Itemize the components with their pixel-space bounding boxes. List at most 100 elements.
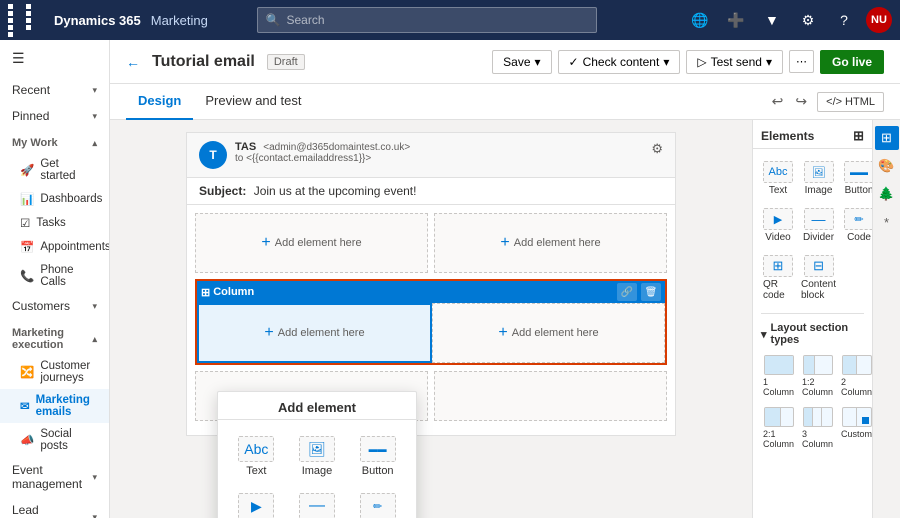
redo-button[interactable]: ↪ [793, 91, 809, 112]
add-element-divider[interactable]: — Divider [289, 487, 346, 518]
element-text[interactable]: Abc Text [761, 157, 795, 200]
section-col-below-right[interactable] [434, 371, 667, 421]
test-send-button[interactable]: ▷ Test send ▾ [686, 50, 783, 74]
sidebar-item-tasks[interactable]: ☑ Tasks [0, 211, 109, 235]
element-divider-label: Divider [803, 232, 834, 243]
layout-1col-fill [765, 356, 793, 374]
help-icon[interactable]: ? [830, 6, 858, 34]
sidebar-eventmanagement-header[interactable]: Event management ▾ [0, 457, 109, 497]
save-label: Save [503, 55, 530, 69]
undo-button[interactable]: ↩ [770, 91, 786, 112]
phonecalls-label: Phone Calls [40, 264, 97, 288]
sidebar-item-dashboards[interactable]: 📊 Dashboards [0, 187, 109, 211]
section-col-top-right[interactable]: + Add element here [434, 213, 667, 273]
email-subject: Subject: Join us at the upcoming event! [187, 178, 675, 205]
check-content-button[interactable]: ✓ Check content ▾ [558, 50, 681, 74]
column-delete-button[interactable]: 🗑 [641, 283, 661, 301]
layout-12col-preview [803, 355, 833, 375]
element-video[interactable]: ▶ Video [761, 204, 795, 247]
layout-3col[interactable]: 3 Column [800, 404, 835, 452]
sidebar-marketingexec-header[interactable]: Marketing execution ▴ [0, 319, 109, 355]
add-element-video[interactable]: ▶ Video [228, 487, 285, 518]
layout-1col[interactable]: 1 Column [761, 352, 796, 400]
layout-21col-preview [764, 407, 794, 427]
element-button-label: Button [845, 185, 872, 196]
save-button[interactable]: Save ▾ [492, 50, 551, 74]
element-qrcode[interactable]: ⊞ QR code [761, 251, 795, 305]
phonecalls-icon: 📞 [20, 269, 34, 283]
tab-preview[interactable]: Preview and test [193, 84, 313, 120]
add-icon[interactable]: ➕ [722, 6, 750, 34]
more-options-button[interactable]: ⋯ [789, 50, 814, 73]
sidebar-item-phonecalls[interactable]: 📞 Phone Calls [0, 259, 109, 293]
top-nav: Dynamics 365 Marketing 🔍 Search 🌐 ➕ ▼ ⚙ … [0, 0, 900, 40]
sidebar-item-customerjourneys[interactable]: 🔀 Customer journeys [0, 355, 109, 389]
settings-icon[interactable]: ⚙ [794, 6, 822, 34]
marketingemails-label: Marketing emails [36, 394, 97, 418]
sidebar-leadmanagement-header[interactable]: Lead management ▾ [0, 497, 109, 518]
email-gear-icon[interactable]: ⚙ [651, 141, 663, 157]
add-element-image[interactable]: 🖼 Image [289, 430, 346, 483]
layout-3col-preview [803, 407, 833, 427]
layout-21col[interactable]: 2:1 Column [761, 404, 796, 452]
layout-grid: 1 Column 1:2 Column [761, 352, 864, 452]
element-code[interactable]: ✏ Code [842, 204, 872, 247]
layout-custom[interactable]: Custom [839, 404, 872, 452]
sidebar-customers-header[interactable]: Customers ▾ [0, 293, 109, 319]
app-grid-icon[interactable] [8, 4, 42, 37]
filter-icon[interactable]: ▼ [758, 6, 786, 34]
elements-grid: Abc Text 🖼 Image ▬▬ Button [761, 157, 864, 305]
appointments-label: Appointments [40, 241, 110, 253]
sidebar-recent-chevron: ▾ [92, 85, 97, 96]
column-link-button[interactable]: 🔗 [617, 283, 637, 301]
globe-icon[interactable]: 🌐 [686, 6, 714, 34]
right-icon-styles[interactable]: 🎨 [875, 154, 899, 178]
add-element-code[interactable]: ✏ Code [349, 487, 406, 518]
eventmanagement-label: Event management [12, 463, 92, 491]
right-panel-title: Elements [761, 129, 814, 143]
layout-2col[interactable]: 2 Column [839, 352, 872, 400]
column-left-half[interactable]: + Add element here [197, 303, 432, 363]
add-element-text[interactable]: Abc Text [228, 430, 285, 483]
right-icon-settings[interactable]: * [875, 210, 899, 234]
section-col-top-left[interactable]: + Add element here [195, 213, 428, 273]
element-contentblock[interactable]: ⊟ Content block [799, 251, 838, 305]
column-right-placeholder: Add element here [512, 327, 599, 339]
tab-design[interactable]: Design [126, 84, 193, 120]
user-avatar[interactable]: NU [866, 7, 892, 33]
layout-2col-a [843, 356, 857, 374]
sidebar-item-recent[interactable]: Recent ▾ [0, 77, 109, 103]
dashboards-label: Dashboards [40, 193, 102, 205]
add-element-button[interactable]: ▬▬ Button [349, 430, 406, 483]
go-live-button[interactable]: Go live [820, 50, 884, 74]
sidebar-item-marketingemails[interactable]: ✉ Marketing emails [0, 389, 109, 423]
search-bar[interactable]: 🔍 Search [257, 7, 597, 33]
html-button[interactable]: </> HTML [817, 92, 884, 112]
sidebar-mywork-header[interactable]: My Work ▴ [0, 129, 109, 153]
header-actions: Save ▾ ✓ Check content ▾ ▷ Test send ▾ ⋯… [492, 50, 884, 74]
sidebar-item-getstarted[interactable]: 🚀 Get started [0, 153, 109, 187]
marketingemails-icon: ✉ [20, 399, 30, 413]
layout-21col-a [765, 408, 782, 426]
email-canvas: T TAS <admin@d365domaintest.co.uk> to <{… [110, 120, 752, 518]
eventmanagement-chevron: ▾ [92, 472, 97, 483]
element-text-icon: Abc [763, 161, 793, 183]
element-image[interactable]: 🖼 Image [799, 157, 838, 200]
right-icon-tree[interactable]: 🌲 [875, 182, 899, 206]
plus-icon-top-left: + [261, 234, 270, 252]
element-divider[interactable]: — Divider [799, 204, 838, 247]
main-layout: ☰ Recent ▾ Pinned ▾ My Work ▴ 🚀 Get star… [0, 40, 900, 518]
page-header: ← Tutorial email Draft Save ▾ ✓ Check co… [110, 40, 900, 84]
sidebar-item-pinned[interactable]: Pinned ▾ [0, 103, 109, 129]
sidebar-item-appointments[interactable]: 📅 Appointments [0, 235, 109, 259]
back-button[interactable]: ← [126, 54, 140, 70]
sidebar-item-socialposts[interactable]: 📣 Social posts [0, 423, 109, 457]
element-button[interactable]: ▬▬ Button [842, 157, 872, 200]
element-text-label: Text [769, 185, 787, 196]
element-qrcode-label: QR code [763, 279, 793, 301]
element-code-label: Code [847, 232, 871, 243]
column-right-half[interactable]: + Add element here [432, 303, 665, 363]
layout-12col[interactable]: 1:2 Column [800, 352, 835, 400]
hamburger-menu[interactable]: ☰ [0, 40, 109, 77]
right-icon-elements[interactable]: ⊞ [875, 126, 899, 150]
